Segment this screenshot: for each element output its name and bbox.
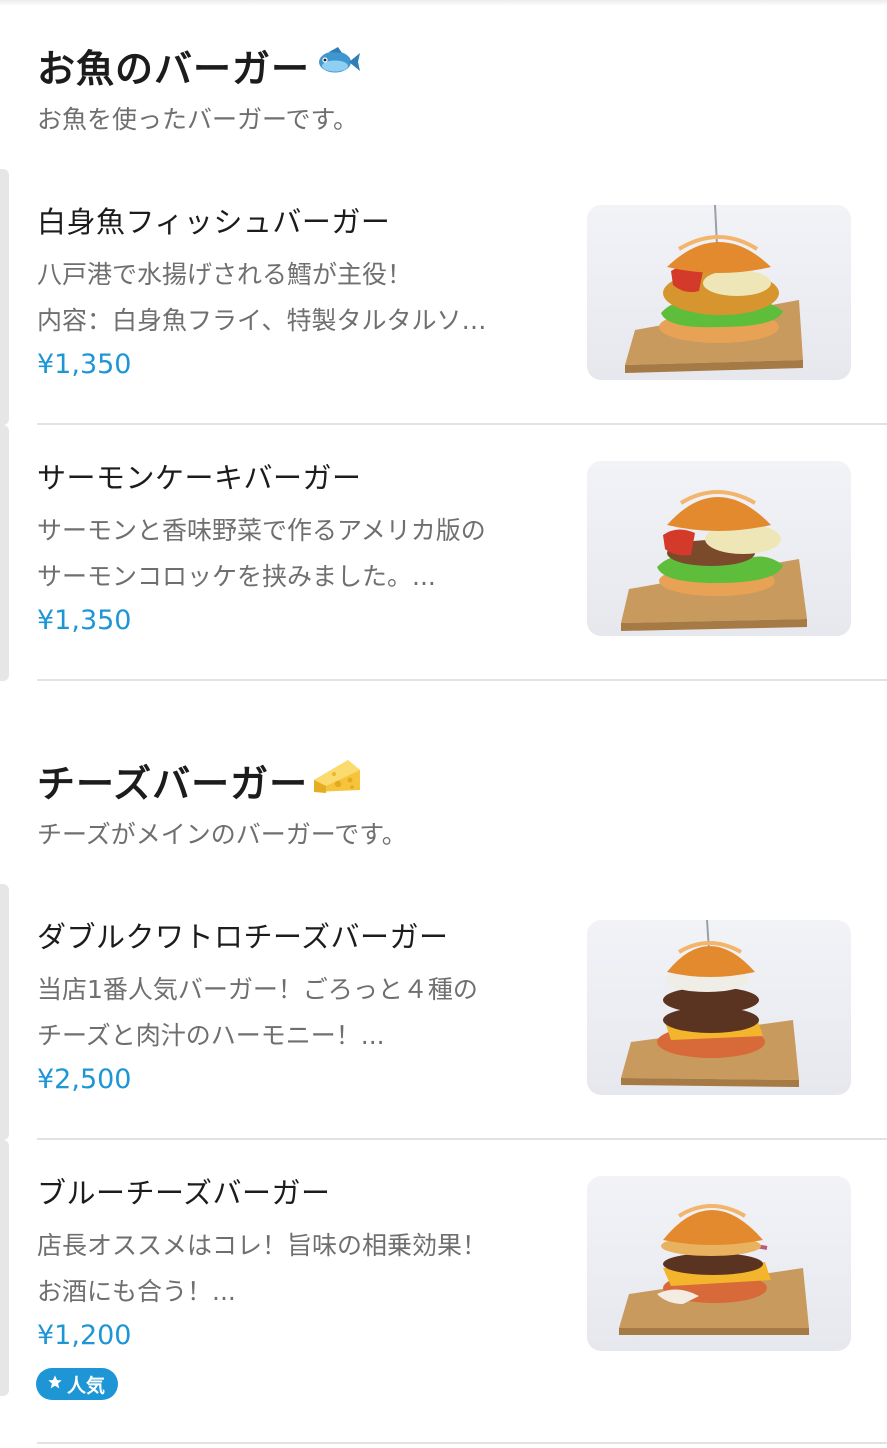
menu-item-fish-burger[interactable]: 白身魚フィッシュバーガー 八戸港で水揚げされる鱈が主役！ 内容：白身魚フライ、特… [0, 169, 887, 425]
item-description-line2: チーズと肉汁のハーモニー！... [37, 1021, 385, 1050]
section-title-text: お魚のバーガー [37, 47, 311, 91]
card-edge [0, 169, 9, 425]
item-description-line1: 店長オススメはコレ！旨味の相乗効果！ [37, 1231, 488, 1260]
section-title-text: チーズバーガー [37, 762, 309, 806]
item-name: ブルーチーズバーガー [37, 1176, 331, 1210]
popular-badge: 人気 [36, 1368, 119, 1400]
item-description-line2: お酒にも合う！... [37, 1277, 236, 1306]
menu-item-double-quattro-cheese-burger[interactable]: ダブルクワトロチーズバーガー 当店1番人気バーガー！ごろっと４種の チーズと肉汁… [0, 884, 887, 1140]
item-description-line1: サーモンと香味野菜で作るアメリカ版の [37, 516, 486, 545]
section-subtitle-cheese: チーズがメインのバーガーです。 [37, 820, 407, 849]
star-icon [47, 1373, 63, 1395]
item-description-line1: 八戸港で水揚げされる鱈が主役！ [37, 260, 413, 289]
item-price: ¥1,200 [37, 1320, 132, 1351]
fish-icon [314, 41, 362, 90]
section-title-fish: お魚のバーガー [37, 38, 362, 93]
section-subtitle-fish: お魚を使ったバーガーです。 [37, 105, 359, 134]
item-divider [37, 1442, 887, 1444]
top-shadow [0, 0, 887, 6]
card-edge [0, 1140, 9, 1396]
item-name: ダブルクワトロチーズバーガー [37, 920, 449, 954]
item-photo [587, 205, 851, 380]
item-price: ¥1,350 [37, 349, 132, 380]
menu-item-salmon-cake-burger[interactable]: サーモンケーキバーガー サーモンと香味野菜で作るアメリカ版の サーモンコロッケを… [0, 425, 887, 681]
menu-item-blue-cheese-burger[interactable]: ブルーチーズバーガー 店長オススメはコレ！旨味の相乗効果！ お酒にも合う！...… [0, 1140, 887, 1448]
section-title-cheese: チーズバーガー [37, 753, 362, 808]
card-edge [0, 425, 9, 681]
item-name: サーモンケーキバーガー [37, 461, 362, 495]
item-photo [587, 1176, 851, 1351]
item-description-line2: 内容：白身魚フライ、特製タルタルソ… [37, 306, 487, 335]
item-divider [37, 679, 887, 681]
item-photo [587, 461, 851, 636]
cheese-icon [312, 756, 362, 805]
badge-label: 人気 [67, 1374, 106, 1397]
item-name: 白身魚フィッシュバーガー [37, 205, 391, 239]
item-photo [587, 920, 851, 1095]
item-description-line2: サーモンコロッケを挟みました。... [37, 562, 436, 591]
item-description-line1: 当店1番人気バーガー！ごろっと４種の [37, 975, 478, 1004]
item-price: ¥2,500 [37, 1064, 132, 1095]
item-price: ¥1,350 [37, 605, 132, 636]
card-edge [0, 884, 9, 1140]
